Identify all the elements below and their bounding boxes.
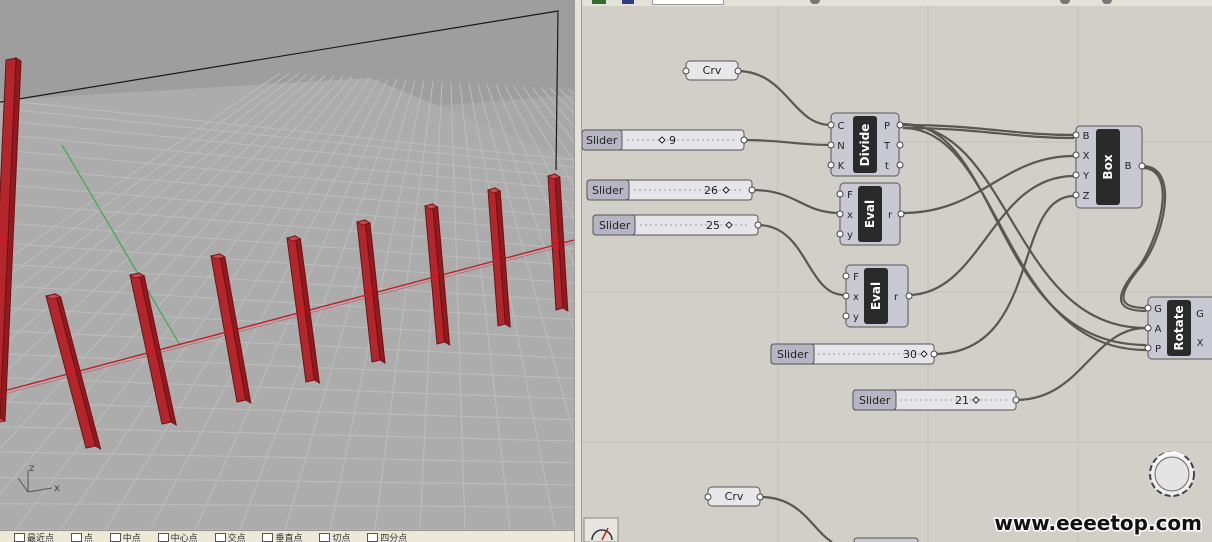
rotate-output-g: G <box>1196 309 1204 320</box>
grasshopper-canvas[interactable]: Crv Slider 9 Slider 26 Slider 25 Divide … <box>582 0 1212 542</box>
eval1-title: Eval <box>863 200 877 228</box>
viewport-scene[interactable]: z x <box>0 0 574 542</box>
box-title: Box <box>1101 154 1115 179</box>
crv-label: Crv <box>703 64 722 77</box>
box-output-b: B <box>1125 161 1132 172</box>
canvas-navigation-widget-icon[interactable] <box>1149 451 1195 497</box>
eval2-title: Eval <box>869 282 883 310</box>
crv-param-node[interactable]: Crv <box>682 60 742 81</box>
divide-component[interactable]: Divide C N K P T t <box>827 112 904 177</box>
osnap-label-1: 点 <box>83 534 93 542</box>
osnap-label-5: 垂直点 <box>275 534 303 542</box>
osnap-label-3: 中心点 <box>170 534 198 542</box>
slider-node-1[interactable]: Slider 9 <box>582 129 748 151</box>
slider4-label: Slider <box>777 348 809 361</box>
slider1-value: 9 <box>669 134 676 147</box>
osnap-label-6: 切点 <box>332 534 351 542</box>
panel-splitter[interactable] <box>574 0 582 542</box>
osnap-checkbox-1[interactable] <box>70 533 82 542</box>
rotate-input-p: P <box>1155 344 1161 355</box>
osnap-label-2: 中点 <box>122 534 141 542</box>
slider-node-2[interactable]: Slider 26 <box>586 179 756 201</box>
slider2-value: 26 <box>704 184 718 197</box>
rhino-perspective-viewport[interactable]: z x 最近点 点 中点 中心点 交点 垂直点 切点 四分点 <box>0 0 574 542</box>
gh-graph[interactable]: Crv Slider 9 Slider 26 Slider 25 Divide … <box>582 0 1212 542</box>
box-component[interactable]: Box B X Y Z B <box>1072 125 1146 209</box>
slider-node-4[interactable]: Slider 30 <box>770 343 938 365</box>
rotate-output-x: X <box>1197 338 1204 349</box>
wire-crv2 <box>759 495 833 542</box>
eval1-input-y: y <box>847 230 853 241</box>
axis-label-z: z <box>29 463 34 474</box>
box-input-z: Z <box>1083 191 1090 202</box>
wire-slider3-eval2 <box>757 223 845 297</box>
divide-output-p: P <box>884 121 890 132</box>
eval2-input-f: F <box>853 272 859 283</box>
divide-input-n: N <box>837 141 844 152</box>
wire-slider2-eval1 <box>751 188 841 215</box>
crv2-label: Crv <box>725 490 744 503</box>
osnap-status-bar: 最近点 点 中点 中心点 交点 垂直点 切点 四分点 <box>0 530 574 542</box>
canvas-tool-icon[interactable] <box>583 517 619 542</box>
slider1-label: Slider <box>586 134 618 147</box>
wire-slider5-rotate <box>1015 326 1147 402</box>
osnap-checkbox-7[interactable] <box>367 533 379 542</box>
box-input-b: B <box>1083 131 1090 142</box>
osnap-label-0: 最近点 <box>27 534 55 542</box>
osnap-checkbox-2[interactable] <box>109 533 121 542</box>
divide-title: Divide <box>858 124 872 167</box>
osnap-checkbox-3[interactable] <box>157 533 169 542</box>
divide-output-t-upper: T <box>883 141 891 152</box>
osnap-checkbox-0[interactable] <box>14 533 25 542</box>
osnap-label-4: 交点 <box>227 534 246 542</box>
osnap-label-7: 四分点 <box>380 534 408 542</box>
slider3-label: Slider <box>599 219 631 232</box>
grid-plane <box>0 78 574 530</box>
slider4-value: 30 <box>903 348 917 361</box>
rotate-component[interactable]: Rotate G A P G X <box>1144 296 1212 360</box>
osnap-checkbox-5[interactable] <box>262 533 274 542</box>
crv-param-node-2[interactable]: Crv <box>704 486 764 507</box>
wire-crv-divide <box>736 69 832 127</box>
axis-label-x: x <box>54 483 60 494</box>
slider-node-5[interactable]: Slider 21 <box>852 389 1020 411</box>
box-input-x: X <box>1083 151 1090 162</box>
eval1-input-f: F <box>847 190 853 201</box>
divide-input-c: C <box>838 121 845 132</box>
slider-node-3[interactable]: Slider 25 <box>592 214 762 236</box>
eval2-input-x: x <box>853 292 859 303</box>
partial-node-bottom[interactable] <box>853 537 919 542</box>
eval2-input-y: y <box>853 312 859 323</box>
slider3-value: 25 <box>706 219 720 232</box>
divide-input-k: K <box>838 161 845 172</box>
slider5-value: 21 <box>955 394 969 407</box>
osnap-checkbox-6[interactable] <box>319 533 331 542</box>
eval-component-2[interactable]: Eval F x y r <box>842 264 913 328</box>
slider5-label: Slider <box>859 394 891 407</box>
divide-output-t: t <box>885 161 889 172</box>
eval-component-1[interactable]: Eval F x y r <box>836 182 905 246</box>
slider2-label: Slider <box>592 184 624 197</box>
box-input-y: Y <box>1082 171 1090 182</box>
osnap-checkbox-4[interactable] <box>214 533 226 542</box>
rotate-input-a: A <box>1155 324 1162 335</box>
rotate-title: Rotate <box>1172 305 1186 350</box>
rotate-input-g: G <box>1154 304 1162 315</box>
eval1-input-x: x <box>847 210 853 221</box>
watermark-text: www.eeeetop.com <box>994 511 1202 535</box>
